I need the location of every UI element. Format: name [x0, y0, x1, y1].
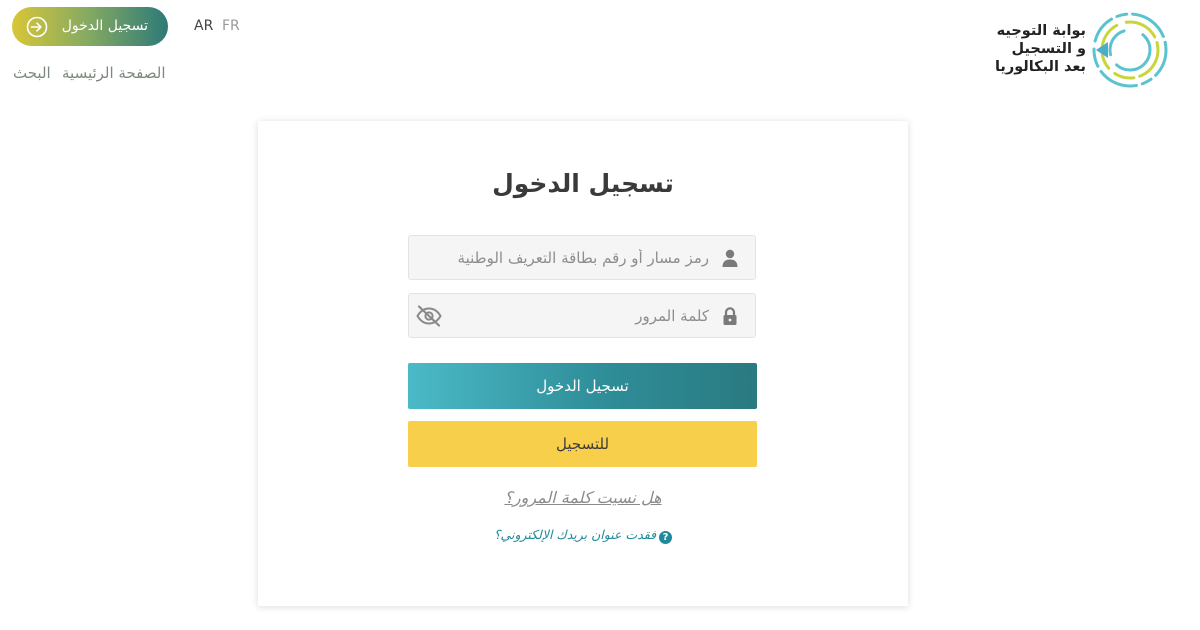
user-icon: [722, 249, 738, 267]
login-card: تسجيل الدخول تسجيل الدخول للتسجيل هل نسي…: [258, 121, 908, 606]
logo-line-2: و التسجيل: [1011, 41, 1086, 57]
language-fr-link[interactable]: FR: [222, 18, 240, 34]
login-arrow-icon: [26, 16, 48, 37]
password-field: [408, 293, 756, 338]
logo-line-1: بوابة التوجيه: [996, 23, 1086, 39]
password-input[interactable]: [447, 294, 709, 337]
portal-logo-text: بوابة التوجيه و التسجيل بعد البكالوريا: [946, 22, 1086, 76]
login-title: تسجيل الدخول: [492, 169, 674, 198]
lost-email-link[interactable]: ?فقدت عنوان بريدك الإلكتروني؟: [258, 527, 908, 544]
header-login-button[interactable]: تسجيل الدخول: [12, 7, 168, 46]
forgot-password-link[interactable]: هل نسيت كلمة المرور؟: [258, 488, 908, 507]
username-input[interactable]: [447, 236, 709, 279]
register-button[interactable]: للتسجيل: [408, 421, 757, 467]
logo-line-3: بعد البكالوريا: [994, 59, 1086, 75]
username-field: [408, 235, 756, 280]
nav-search-link[interactable]: البحث: [13, 64, 51, 82]
login-submit-button[interactable]: تسجيل الدخول: [408, 363, 757, 409]
nav-home-link[interactable]: الصفحة الرئيسية: [62, 64, 166, 82]
portal-logo-icon: [1092, 12, 1168, 88]
eye-slash-icon[interactable]: [415, 304, 443, 328]
lock-icon: [723, 307, 737, 325]
header-login-label: تسجيل الدخول: [61, 18, 148, 34]
question-circle-icon: ?: [659, 531, 673, 544]
language-ar-link[interactable]: AR: [194, 18, 213, 34]
lost-email-label: فقدت عنوان بريدك الإلكتروني؟: [493, 527, 657, 542]
